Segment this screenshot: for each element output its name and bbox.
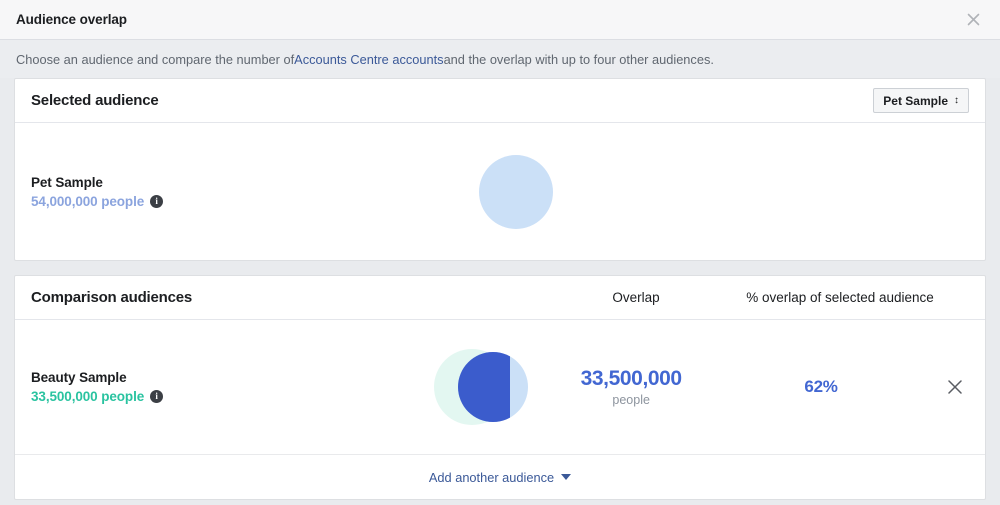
- column-header-percent: % overlap of selected audience: [746, 290, 934, 305]
- venn-diagram: [434, 349, 530, 425]
- percent-value: 62%: [804, 377, 838, 396]
- comparison-card-footer: Add another audience: [15, 454, 985, 499]
- audience-overlap-dialog: Audience overlap Choose an audience and …: [0, 0, 1000, 505]
- description-prefix: Choose an audience and compare the numbe…: [16, 51, 295, 67]
- selected-audience-venn: [431, 154, 601, 229]
- accounts-centre-link[interactable]: Accounts Centre accounts: [294, 52, 443, 67]
- close-icon[interactable]: [960, 7, 986, 33]
- overlap-unit: people: [612, 393, 650, 407]
- selected-audience-header: Selected audience Pet Sample ↕: [15, 79, 985, 123]
- chevron-down-icon: [561, 474, 572, 480]
- info-icon[interactable]: i: [150, 390, 164, 403]
- comparison-audience-count: 33,500,000 people i: [31, 389, 403, 404]
- selected-audience-card: Selected audience Pet Sample ↕ Pet Sampl…: [14, 78, 986, 261]
- comparison-audience-row: Beauty Sample 33,500,000 people i 33,500…: [15, 320, 985, 454]
- updown-chevron-icon: ↕: [954, 94, 959, 106]
- selected-audience-circle: [479, 154, 553, 229]
- description-suffix: and the overlap with up to four other au…: [443, 51, 714, 67]
- add-another-audience-label: Add another audience: [428, 469, 555, 485]
- overlap-cell: 33,500,000 people: [561, 367, 701, 407]
- selected-audience-info: Pet Sample 54,000,000 people i: [31, 175, 431, 209]
- venn-intersection: [458, 352, 511, 422]
- remove-audience-close-icon[interactable]: [941, 373, 969, 401]
- comparison-audiences-card: Comparison audiences Overlap % overlap o…: [14, 275, 986, 500]
- selected-audience-count: 54,000,000 people i: [31, 194, 431, 209]
- audience-select-dropdown[interactable]: Pet Sample ↕: [873, 88, 969, 113]
- comparison-audiences-header: Comparison audiences Overlap % overlap o…: [15, 276, 985, 320]
- comparison-audiences-title: Comparison audiences: [31, 289, 193, 306]
- comparison-audience-name: Beauty Sample: [31, 370, 127, 385]
- info-icon[interactable]: i: [150, 194, 164, 208]
- dialog-title: Audience overlap: [16, 12, 127, 27]
- comparison-audience-count-value: 33,500,000 people: [31, 389, 145, 404]
- selected-audience-row: Pet Sample 54,000,000 people i: [15, 123, 985, 260]
- comparison-audience-info: Beauty Sample 33,500,000 people i: [31, 370, 403, 404]
- column-header-overlap: Overlap: [612, 290, 660, 305]
- add-another-audience-button[interactable]: Add another audience: [428, 469, 572, 485]
- overlap-value: 33,500,000: [580, 367, 683, 390]
- selected-audience-name: Pet Sample: [31, 174, 103, 190]
- selected-audience-title: Selected audience: [31, 92, 159, 109]
- comparison-audience-venn: [403, 349, 561, 425]
- percent-cell: 62%: [701, 377, 941, 397]
- remove-cell: [941, 373, 969, 401]
- dialog-description: Choose an audience and compare the numbe…: [0, 40, 1000, 78]
- dialog-titlebar: Audience overlap: [0, 0, 1000, 40]
- dialog-body: Selected audience Pet Sample ↕ Pet Sampl…: [0, 78, 1000, 505]
- selected-audience-count-value: 54,000,000 people: [31, 193, 145, 209]
- audience-select-value: Pet Sample: [883, 93, 948, 108]
- venn-intersection-clip: [458, 352, 511, 422]
